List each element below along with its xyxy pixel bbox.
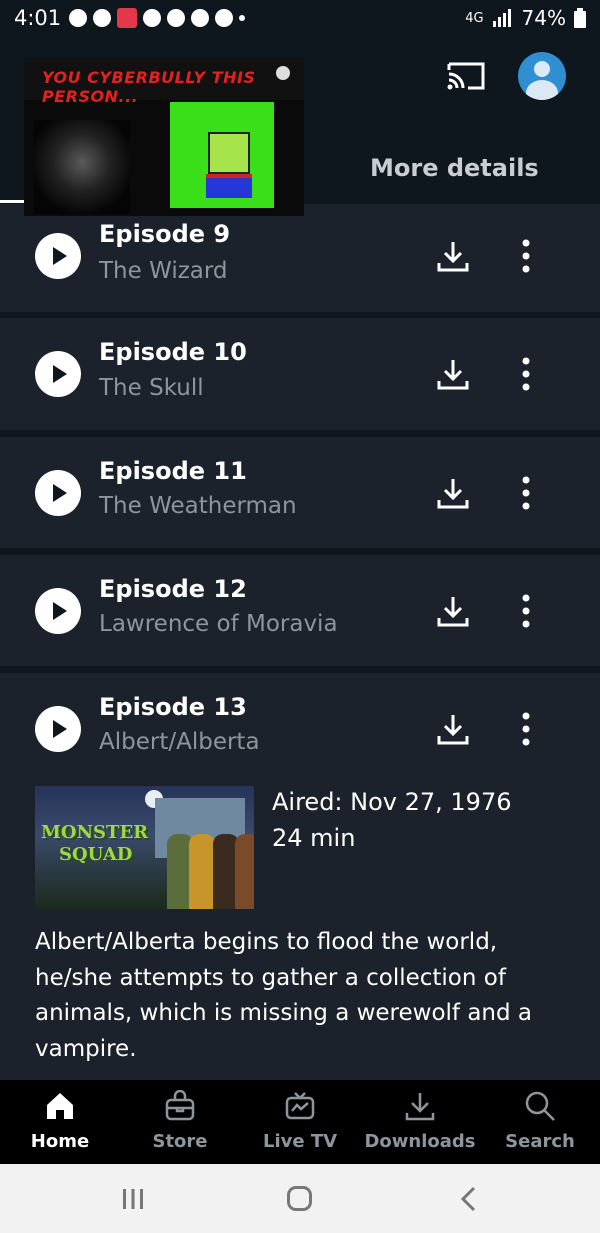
download-icon[interactable]	[436, 476, 470, 510]
recents-icon[interactable]	[122, 1188, 144, 1210]
notification-icon	[191, 9, 210, 27]
episode-row[interactable]: Episode 9 The Wizard	[0, 204, 600, 312]
nav-label: Downloads	[364, 1131, 476, 1152]
notification-icon	[143, 9, 162, 27]
network-type: 4G	[465, 10, 484, 26]
nav-label: Home	[30, 1131, 90, 1152]
nav-store[interactable]: Store	[120, 1080, 240, 1164]
more-options-icon[interactable]	[519, 712, 533, 746]
episode-number: Episode 10	[99, 338, 247, 366]
live-tv-icon	[285, 1092, 315, 1120]
status-time: 4:01	[14, 6, 62, 30]
cast-icon[interactable]	[446, 60, 486, 92]
episode-number: Episode 11	[99, 457, 247, 485]
system-nav-bar	[0, 1164, 600, 1233]
battery-percent: 74%	[521, 6, 566, 30]
downloads-icon	[405, 1093, 435, 1121]
manga-app-icon	[117, 8, 138, 28]
overlay-thumbnail: YOU CYBERBULLY THIS PERSON...	[24, 58, 304, 216]
search-icon	[525, 1091, 555, 1121]
notification-icon	[69, 9, 88, 27]
cartoon-pants	[206, 174, 252, 198]
nav-live-tv[interactable]: Live TV	[240, 1080, 360, 1164]
nav-label: Live TV	[262, 1131, 338, 1152]
episode-number: Episode 12	[99, 575, 247, 603]
download-icon[interactable]	[436, 712, 470, 746]
notification-icon	[215, 9, 234, 27]
episode-title: The Skull	[99, 375, 204, 401]
overlay-cartoon-image	[170, 102, 274, 208]
thumbnail-show-logo: MONSTER SQUAD	[41, 822, 148, 866]
thumbnail-logo-line2: SQUAD	[59, 844, 133, 865]
overlay-logo-icon	[276, 66, 290, 80]
store-icon	[165, 1090, 195, 1121]
nav-search[interactable]: Search	[480, 1080, 600, 1164]
notification-icon	[93, 9, 112, 27]
download-icon[interactable]	[436, 594, 470, 628]
thumbnail-logo-line1: MONSTER	[41, 822, 149, 843]
episode-thumbnail[interactable]: MONSTER SQUAD	[35, 786, 254, 909]
episode-row[interactable]: Episode 12 Lawrence of Moravia	[0, 555, 600, 666]
thumbnail-figure	[235, 834, 254, 909]
home-icon	[47, 1093, 73, 1119]
download-icon[interactable]	[436, 357, 470, 391]
more-notifications-icon	[239, 15, 246, 21]
aired-date: Aired: Nov 27, 1976	[272, 788, 512, 816]
play-icon[interactable]	[35, 588, 81, 634]
tab-more-details[interactable]: More details	[370, 154, 539, 182]
overlay-banner: YOU CYBERBULLY THIS PERSON...	[24, 58, 304, 106]
episode-number: Episode 13	[99, 693, 247, 721]
status-bar: 4:01 4G 74%	[0, 0, 600, 36]
play-icon[interactable]	[35, 706, 81, 752]
more-options-icon[interactable]	[519, 357, 533, 391]
nav-label: Search	[505, 1131, 575, 1152]
play-icon[interactable]	[35, 470, 81, 516]
avatar-head	[534, 61, 550, 77]
thumbnail-figure	[189, 834, 215, 909]
more-options-icon[interactable]	[519, 594, 533, 628]
battery-icon	[574, 8, 586, 28]
home-button-icon[interactable]	[287, 1186, 312, 1211]
episode-row-expanded[interactable]: Episode 13 Albert/Alberta MONSTER SQUAD …	[0, 673, 600, 1080]
episode-title: The Weatherman	[99, 493, 297, 519]
episode-row[interactable]: Episode 10 The Skull	[0, 318, 600, 430]
nav-label: Store	[152, 1131, 208, 1152]
episode-duration: 24 min	[272, 824, 356, 852]
episode-row[interactable]: Episode 11 The Weatherman	[0, 437, 600, 548]
signal-icon	[492, 9, 511, 27]
more-options-icon[interactable]	[519, 239, 533, 273]
episode-number: Episode 9	[99, 220, 231, 248]
download-icon[interactable]	[436, 239, 470, 273]
overlay-face-image	[34, 120, 130, 214]
avatar-body	[526, 80, 558, 100]
cartoon-character	[208, 132, 250, 174]
episode-title: The Wizard	[99, 258, 228, 284]
notification-icon	[167, 9, 186, 27]
nav-home[interactable]: Home	[0, 1080, 120, 1164]
episode-title: Lawrence of Moravia	[99, 611, 338, 637]
profile-avatar[interactable]	[518, 52, 566, 100]
bottom-nav: Home Store Live TV Downloads Search	[0, 1080, 600, 1164]
episode-title: Albert/Alberta	[99, 729, 260, 755]
nav-downloads[interactable]: Downloads	[360, 1080, 480, 1164]
episode-synopsis: Albert/Alberta begins to flood the world…	[35, 929, 533, 1062]
overlay-banner-text: YOU CYBERBULLY THIS PERSON...	[42, 68, 256, 106]
more-options-icon[interactable]	[519, 476, 533, 510]
play-icon[interactable]	[35, 351, 81, 397]
play-icon[interactable]	[35, 233, 81, 279]
back-icon[interactable]	[460, 1186, 476, 1212]
notification-icons	[69, 8, 246, 28]
